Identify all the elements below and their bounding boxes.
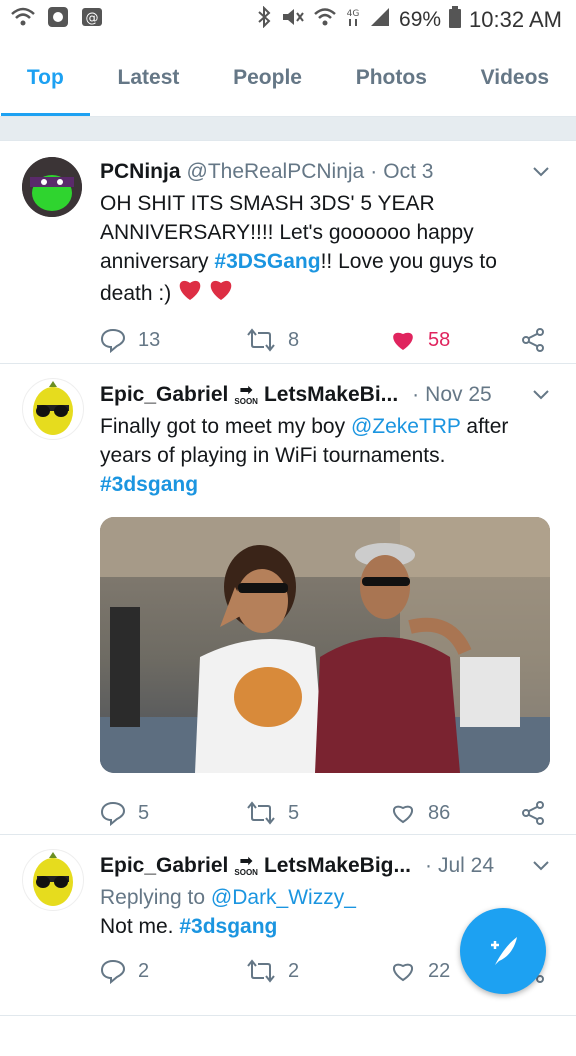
retweet-count: 8 bbox=[288, 328, 300, 351]
soon-arrow-emoji: ➡ SOON bbox=[234, 382, 258, 406]
wifi-icon bbox=[10, 6, 36, 34]
tweet-text-line: anniversary bbox=[100, 250, 215, 273]
chevron-down-icon[interactable] bbox=[532, 162, 550, 183]
tweet-text-line: !! Love you guys to bbox=[320, 250, 497, 273]
chevron-down-icon[interactable] bbox=[532, 856, 550, 877]
retweet-icon bbox=[247, 801, 275, 825]
separator-dot: · bbox=[370, 160, 378, 183]
battery-icon bbox=[449, 6, 462, 34]
share-button[interactable] bbox=[520, 800, 546, 826]
tab-photos[interactable]: Photos bbox=[346, 40, 437, 116]
tweet-text-line: ANNIVERSARY!!!! Let's goooooo happy bbox=[100, 221, 474, 244]
compose-feather-icon bbox=[491, 937, 517, 965]
tweet-date[interactable]: Jul 24 bbox=[438, 854, 494, 878]
bluetooth-icon bbox=[257, 5, 271, 34]
tweet-photo[interactable] bbox=[100, 517, 550, 773]
heart-emoji-icon bbox=[177, 276, 235, 310]
avatar[interactable] bbox=[22, 378, 84, 440]
compose-tweet-button[interactable] bbox=[460, 908, 546, 994]
tweet-date[interactable]: Oct 3 bbox=[383, 160, 433, 184]
battery-percent: 69% bbox=[399, 8, 442, 31]
chevron-down-icon[interactable] bbox=[532, 385, 550, 406]
search-tabs: Top Latest People Photos Videos bbox=[0, 40, 576, 117]
mention-link[interactable]: @ZekeTRP bbox=[351, 415, 461, 438]
tweet-text-line: Not me. bbox=[100, 915, 180, 938]
share-icon bbox=[522, 801, 544, 825]
wifi-signal-icon bbox=[313, 6, 337, 34]
soon-label: SOON bbox=[234, 397, 258, 406]
4g-icon: 4G bbox=[345, 6, 361, 34]
separator-dot: · bbox=[412, 383, 420, 406]
tweet-text: Finally got to meet my boy @ZekeTRP afte… bbox=[100, 412, 556, 499]
display-name-suffix[interactable]: LetsMakeBi... bbox=[264, 383, 398, 407]
reply-button[interactable]: 2 bbox=[100, 958, 246, 984]
heart-filled-icon bbox=[393, 332, 413, 350]
tweet-text-line: after bbox=[460, 415, 509, 438]
avatar[interactable] bbox=[22, 849, 84, 911]
like-button[interactable]: 58 bbox=[390, 328, 520, 352]
tab-latest[interactable]: Latest bbox=[108, 40, 190, 116]
reply-count: 5 bbox=[138, 801, 150, 824]
soon-arrow-emoji: ➡ SOON bbox=[234, 853, 258, 877]
retweet-button[interactable]: 2 bbox=[246, 958, 390, 984]
like-button[interactable]: 86 bbox=[390, 801, 520, 825]
mute-icon bbox=[279, 6, 305, 34]
reply-button[interactable]: 5 bbox=[100, 800, 246, 826]
tab-people[interactable]: People bbox=[223, 40, 312, 116]
email-notification-icon: @ bbox=[80, 5, 104, 35]
handle[interactable]: @TheRealPCNinja bbox=[187, 160, 365, 184]
reply-count: 13 bbox=[138, 328, 161, 351]
retweet-button[interactable]: 5 bbox=[246, 800, 390, 826]
retweet-icon bbox=[247, 959, 275, 983]
tweet-text-line: death :) bbox=[100, 281, 172, 305]
hashtag-link[interactable]: #3dsgang bbox=[100, 470, 556, 499]
status-bar: @ 4G 69% 10:32 AM bbox=[0, 0, 576, 40]
hashtag-link[interactable]: #3dsgang bbox=[179, 915, 277, 938]
reply-icon bbox=[100, 328, 126, 353]
replying-to-label: Replying to bbox=[100, 886, 211, 909]
svg-text:4G: 4G bbox=[347, 9, 360, 19]
heart-outline-icon bbox=[393, 805, 413, 824]
share-icon bbox=[522, 328, 544, 352]
like-count: 86 bbox=[428, 801, 451, 824]
separator-dot: · bbox=[425, 854, 432, 877]
retweet-count: 5 bbox=[288, 801, 300, 824]
tweet-text: OH SHIT ITS SMASH 3DS' 5 YEAR ANNIVERSAR… bbox=[100, 189, 556, 310]
hashtag-link[interactable]: #3DSGang bbox=[214, 250, 320, 273]
retweet-icon bbox=[247, 328, 275, 352]
display-name-suffix[interactable]: LetsMakeBig... bbox=[264, 854, 411, 878]
tweet-partial[interactable] bbox=[0, 1015, 576, 1056]
retweet-count: 2 bbox=[288, 959, 300, 982]
mention-link[interactable]: @Dark_Wizzy_ bbox=[211, 886, 356, 909]
reply-count: 2 bbox=[138, 959, 150, 982]
retweet-button[interactable]: 8 bbox=[246, 327, 390, 353]
display-name[interactable]: Epic_Gabriel bbox=[100, 854, 228, 878]
like-count: 22 bbox=[428, 959, 451, 982]
reply-icon bbox=[100, 959, 126, 984]
like-count: 58 bbox=[428, 328, 451, 351]
reply-button[interactable]: 13 bbox=[100, 327, 246, 353]
tweet[interactable]: PCNinja @TheRealPCNinja · Oct 3 OH SHIT … bbox=[0, 140, 576, 363]
tab-top[interactable]: Top bbox=[0, 40, 90, 116]
tweet-text-line: Finally got to meet my boy bbox=[100, 415, 351, 438]
tweet-text-line: years of playing in WiFi tournaments. bbox=[100, 444, 446, 467]
tab-videos[interactable]: Videos bbox=[471, 40, 559, 116]
tweet-date[interactable]: Nov 25 bbox=[425, 383, 492, 407]
svg-text:@: @ bbox=[86, 11, 99, 26]
display-name[interactable]: PCNinja bbox=[100, 160, 181, 184]
display-name[interactable]: Epic_Gabriel bbox=[100, 383, 228, 407]
tweet[interactable]: Epic_Gabriel ➡ SOON LetsMakeBi... · Nov 2… bbox=[0, 363, 576, 834]
clock: 10:32 AM bbox=[469, 7, 562, 32]
reply-icon bbox=[100, 801, 126, 826]
share-button[interactable] bbox=[520, 327, 546, 353]
signal-strength-icon bbox=[369, 6, 391, 34]
heart-outline-icon bbox=[393, 963, 413, 982]
app-notification-icon bbox=[46, 5, 70, 35]
soon-label: SOON bbox=[234, 868, 258, 877]
avatar[interactable] bbox=[22, 157, 82, 217]
tweet-text-line: OH SHIT ITS SMASH 3DS' 5 YEAR bbox=[100, 192, 435, 215]
